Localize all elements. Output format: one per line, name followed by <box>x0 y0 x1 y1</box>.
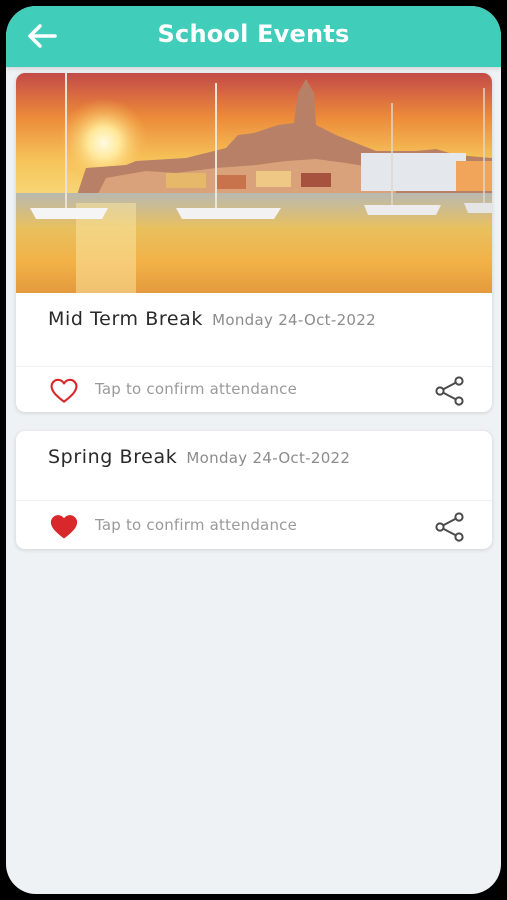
share-button[interactable] <box>433 374 467 408</box>
event-title: Mid Term Break <box>48 308 204 330</box>
share-icon <box>435 512 464 542</box>
event-card[interactable]: Spring Break Monday 24-Oct-2022 Tap to c… <box>16 431 492 549</box>
attendance-label[interactable]: Tap to confirm attendance <box>95 516 297 534</box>
share-button[interactable] <box>433 510 467 544</box>
attendance-heart-button[interactable] <box>49 378 79 404</box>
card-footer: Tap to confirm attendance <box>16 367 492 412</box>
event-card[interactable]: Mid Term Break Monday 24-Oct-2022 Tap to… <box>16 73 492 412</box>
event-title: Spring Break <box>48 446 178 468</box>
app-header: School Events <box>6 6 501 67</box>
event-date: Monday 24-Oct-2022 <box>212 311 376 329</box>
event-heading: Spring Break Monday 24-Oct-2022 <box>48 446 350 468</box>
event-date: Monday 24-Oct-2022 <box>186 449 351 467</box>
attendance-heart-button[interactable] <box>49 514 79 540</box>
event-image <box>16 73 492 293</box>
heart-outline-icon <box>50 378 78 403</box>
app-screen: School Events Mid Term Break Monday 24-O… <box>6 6 501 894</box>
attendance-label[interactable]: Tap to confirm attendance <box>95 380 297 398</box>
card-footer: Tap to confirm attendance <box>16 503 492 549</box>
share-icon <box>435 376 464 406</box>
event-heading: Mid Term Break Monday 24-Oct-2022 <box>48 308 376 330</box>
page-title: School Events <box>157 20 350 48</box>
card-divider <box>16 500 492 501</box>
heart-filled-icon <box>50 515 78 539</box>
